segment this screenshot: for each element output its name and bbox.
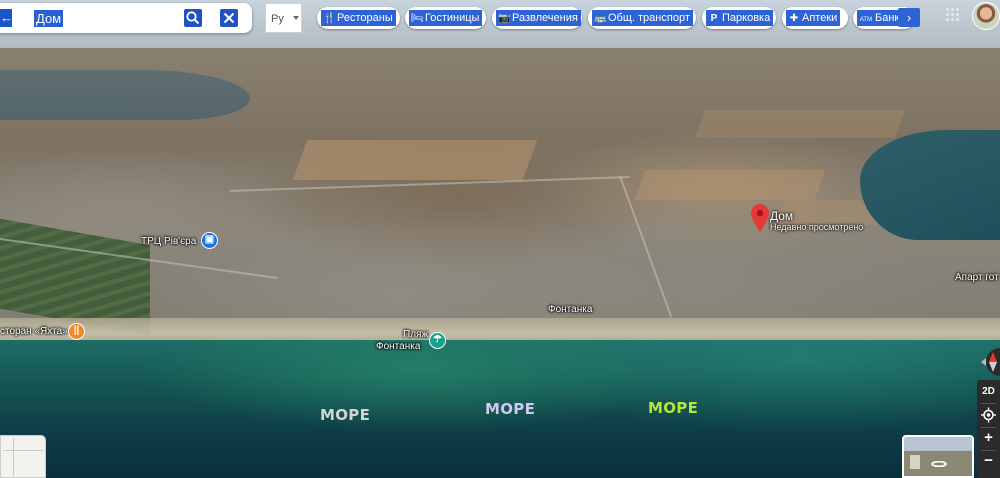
field [292,140,538,180]
zoom-out-button[interactable]: − [977,450,1000,472]
beach-label-line1[interactable]: Пляж [403,329,428,340]
apart-hotel-label[interactable]: Апарт гот [955,272,999,283]
restaurant-label[interactable]: сторан «Яхта» [0,326,68,337]
bay-water [0,70,250,120]
language-select[interactable]: Ру [265,3,302,33]
chip-label: Парковка [722,12,771,24]
chevron-right-icon[interactable]: › [898,8,920,27]
search-button[interactable] [184,9,202,27]
parking-icon: P [710,13,718,24]
layers-minimap-button[interactable] [0,435,46,478]
sea-label-2: МОРЕ [485,400,536,418]
location-pin-icon[interactable] [751,204,769,232]
chip-label: Общ. транспорт [608,12,690,24]
rotate-360-icon [931,460,947,468]
mall-label[interactable]: ТРЦ Рів'єра [141,236,196,247]
top-bar: ← Дом Ру 🍴 Рестораны 🛏Гостиницы 📷 Развлече… [0,0,1000,38]
map-controls: 2D + − [977,380,1000,478]
chip-label: Аптеки [802,12,838,24]
chip-label: Развлечения [512,12,578,24]
chip-pharmacies[interactable]: ✚ Аптеки [782,7,848,29]
chip-transit[interactable]: 🚌 Общ. транспорт [588,7,696,29]
umbrella-icon[interactable]: ☂ [429,332,446,349]
camera-icon: 📷 [498,13,511,24]
apps-grid-icon[interactable] [946,8,960,22]
chip-label: Рестораны [337,12,393,24]
street-view-thumbnail[interactable] [902,435,974,478]
close-icon [223,12,235,24]
search-box[interactable]: ← Дом [0,3,252,33]
estuary-water [860,130,1000,240]
tilt-2d-button[interactable]: 2D [977,381,1000,403]
sea-label-3: МОРЕ [648,399,699,417]
search-input[interactable]: Дом [34,10,64,27]
language-value: Ру [271,13,284,25]
beach-label-line2[interactable]: Фонтанка [376,341,420,352]
fork-knife-icon: 🍴 [323,13,336,24]
atm-icon: ATM [859,17,873,23]
bed-icon: 🛏 [411,13,424,24]
chip-parking[interactable]: P Парковка [702,7,776,29]
pharmacy-icon: ✚ [789,13,799,24]
place-subtitle: Недавно просмотрено [770,222,864,232]
field [634,170,826,200]
fork-knife-icon[interactable]: || [68,323,85,340]
chevron-down-icon [293,16,299,20]
village-label[interactable]: Фонтанка [548,304,592,315]
place-title[interactable]: Дом [770,209,793,223]
shopping-bag-icon[interactable]: ▣ [201,232,218,249]
avatar[interactable] [972,2,1000,30]
clear-search-button[interactable] [220,9,238,27]
my-location-icon [981,407,996,423]
chip-restaurants[interactable]: 🍴 Рестораны [317,7,400,29]
search-icon [186,11,200,25]
zoom-in-button[interactable]: + [977,427,1000,449]
back-arrow-icon[interactable]: ← [0,9,13,27]
compass-icon[interactable] [973,346,1000,378]
chip-entertainment[interactable]: 📷 Развлечения [492,7,582,29]
chip-label: Гостиницы [425,12,480,24]
field [694,110,906,138]
my-location-button[interactable] [977,404,1000,426]
sea-label-1: МОРЕ [320,406,371,424]
chip-hotels[interactable]: 🛏Гостиницы [405,7,486,29]
map-canvas[interactable]: ТРЦ Рів'єра ▣ сторан «Яхта» || Пляж Фонт… [0,0,1000,478]
bus-icon: 🚌 [594,13,607,24]
